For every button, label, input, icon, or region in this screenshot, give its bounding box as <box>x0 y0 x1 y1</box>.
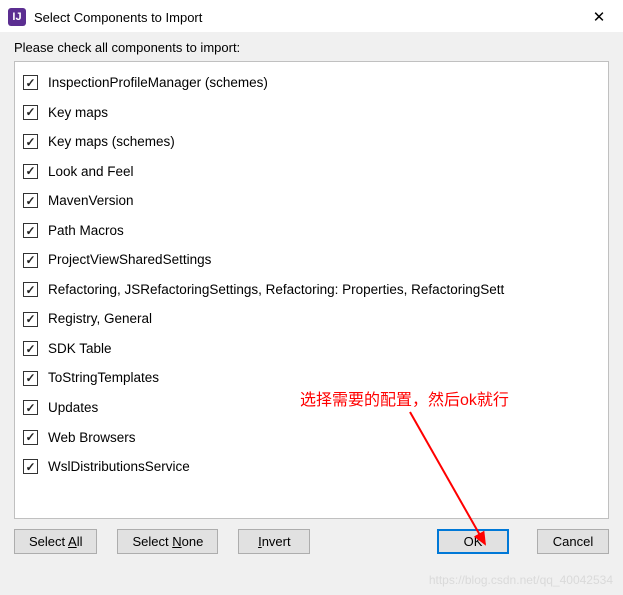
item-label: Refactoring, JSRefactoringSettings, Refa… <box>48 281 504 299</box>
titlebar: IJ Select Components to Import ✕ <box>0 0 623 32</box>
checkbox[interactable] <box>23 312 38 327</box>
select-none-button[interactable]: Select None <box>117 529 218 554</box>
list-item[interactable]: MavenVersion <box>15 186 608 216</box>
checkbox[interactable] <box>23 253 38 268</box>
list-item[interactable]: WslDistributionsService <box>15 452 608 482</box>
checkbox[interactable] <box>23 371 38 386</box>
item-label: Key maps <box>48 104 108 122</box>
list-item[interactable]: Registry, General <box>15 304 608 334</box>
item-label: ToStringTemplates <box>48 369 159 387</box>
select-all-button[interactable]: Select All <box>14 529 97 554</box>
checkbox[interactable] <box>23 400 38 415</box>
item-label: Path Macros <box>48 222 124 240</box>
checkbox[interactable] <box>23 75 38 90</box>
item-label: Registry, General <box>48 310 152 328</box>
ok-button[interactable]: OK <box>437 529 509 554</box>
dialog-content: Please check all components to import: I… <box>0 32 623 519</box>
item-label: WslDistributionsService <box>48 458 190 476</box>
close-button[interactable]: ✕ <box>583 8 615 26</box>
list-item[interactable]: Refactoring, JSRefactoringSettings, Refa… <box>15 275 608 305</box>
list-item[interactable]: Key maps (schemes) <box>15 127 608 157</box>
item-label: Web Browsers <box>48 429 136 447</box>
list-item[interactable]: Updates <box>15 393 608 423</box>
instruction-text: Please check all components to import: <box>14 40 609 55</box>
list-item[interactable]: Key maps <box>15 98 608 128</box>
list-item[interactable]: Look and Feel <box>15 157 608 187</box>
item-label: MavenVersion <box>48 192 134 210</box>
item-label: Key maps (schemes) <box>48 133 175 151</box>
item-label: SDK Table <box>48 340 112 358</box>
list-item[interactable]: InspectionProfileManager (schemes) <box>15 68 608 98</box>
list-item[interactable]: SDK Table <box>15 334 608 364</box>
button-row: Select All Select None Invert OK Cancel <box>0 519 623 564</box>
checkbox[interactable] <box>23 223 38 238</box>
item-label: Look and Feel <box>48 163 134 181</box>
checkbox[interactable] <box>23 282 38 297</box>
checkbox[interactable] <box>23 430 38 445</box>
checkbox[interactable] <box>23 341 38 356</box>
list-item[interactable]: Path Macros <box>15 216 608 246</box>
checkbox[interactable] <box>23 134 38 149</box>
checkbox[interactable] <box>23 193 38 208</box>
checkbox[interactable] <box>23 164 38 179</box>
app-icon: IJ <box>8 8 26 26</box>
checkbox[interactable] <box>23 105 38 120</box>
item-label: ProjectViewSharedSettings <box>48 251 211 269</box>
components-list: InspectionProfileManager (schemes) Key ma… <box>14 61 609 519</box>
item-label: InspectionProfileManager (schemes) <box>48 74 268 92</box>
list-item[interactable]: ToStringTemplates <box>15 363 608 393</box>
checkbox[interactable] <box>23 459 38 474</box>
list-item[interactable]: ProjectViewSharedSettings <box>15 245 608 275</box>
watermark: https://blog.csdn.net/qq_40042534 <box>429 573 613 587</box>
window-title: Select Components to Import <box>34 10 583 25</box>
item-label: Updates <box>48 399 98 417</box>
cancel-button[interactable]: Cancel <box>537 529 609 554</box>
list-item[interactable]: Web Browsers <box>15 423 608 453</box>
invert-button[interactable]: Invert <box>238 529 310 554</box>
